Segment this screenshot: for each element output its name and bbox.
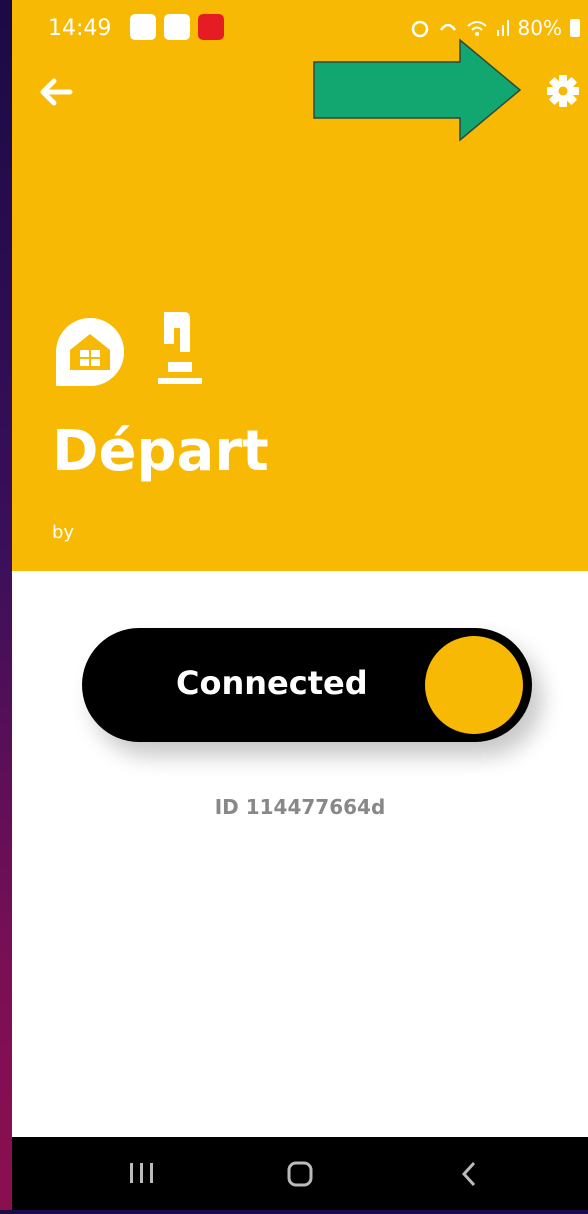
gear-icon	[547, 75, 579, 107]
notification-icons	[130, 14, 224, 40]
wifi-call-icon	[439, 23, 456, 31]
home-icon	[56, 318, 124, 386]
service-icons	[52, 308, 204, 390]
volume-icon	[198, 14, 224, 40]
signal-icon	[496, 20, 509, 36]
annotation-arrow	[313, 38, 522, 142]
home-icon	[287, 1161, 313, 1187]
back-icon	[461, 1161, 476, 1187]
back-button[interactable]	[34, 70, 78, 114]
toggle-label: Connected	[176, 664, 368, 702]
status-time: 14:49	[48, 16, 112, 41]
alarm-icon	[411, 20, 428, 38]
ifttt-icon	[164, 14, 190, 40]
connection-toggle[interactable]: Connected	[82, 628, 532, 742]
system-nav-bar	[12, 1137, 588, 1210]
battery-icon	[570, 19, 580, 37]
back-nav-button[interactable]	[430, 1137, 510, 1210]
applet-content: Connected ID 114477664d	[12, 571, 588, 1137]
button-press-icon	[158, 312, 202, 384]
recent-apps-button[interactable]	[102, 1137, 182, 1210]
app-notification-icon	[130, 14, 156, 40]
home-button[interactable]	[260, 1137, 340, 1210]
settings-button[interactable]	[540, 68, 586, 114]
applet-title: Départ	[52, 419, 269, 484]
phone-screen: 14:49 80% Départ by Connected ID 1144776…	[12, 0, 588, 1210]
author-line: by	[52, 522, 75, 543]
arrow-left-icon	[40, 78, 73, 106]
applet-header: 14:49 80% Départ by	[12, 0, 588, 571]
toggle-knob[interactable]	[425, 636, 523, 734]
applet-id: ID 114477664d	[214, 795, 386, 819]
wifi-icon	[466, 21, 487, 36]
system-status-icons: 80%	[410, 16, 580, 40]
battery-percentage: 80%	[517, 16, 562, 40]
recent-apps-icon	[130, 1163, 153, 1183]
